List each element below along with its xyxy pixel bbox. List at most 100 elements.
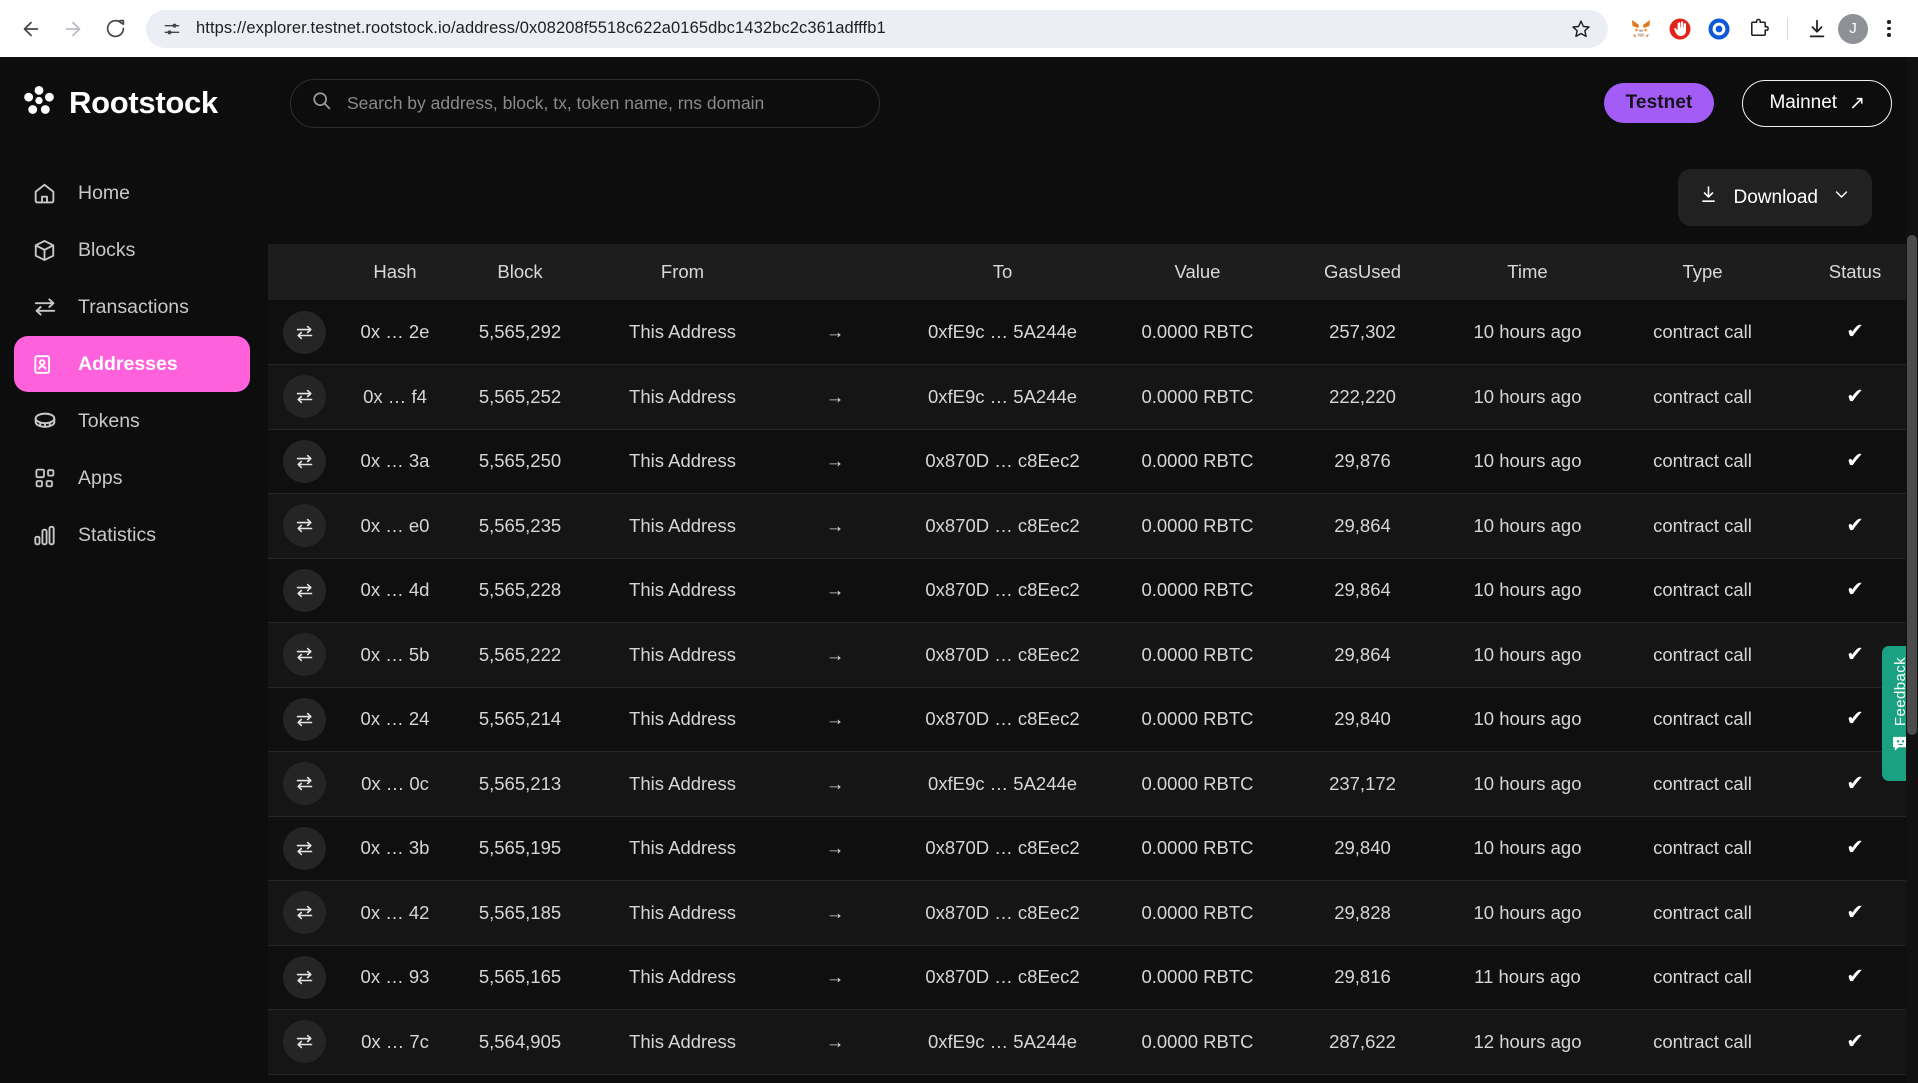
- tx-to-cell[interactable]: 0x870D … c8Eec2: [895, 558, 1110, 623]
- col-status[interactable]: Status: [1790, 244, 1918, 300]
- search-input[interactable]: [347, 92, 859, 114]
- address-bar[interactable]: https://explorer.testnet.rootstock.io/ad…: [146, 9, 1608, 48]
- tx-value-cell[interactable]: 0.0000 RBTC: [1110, 1009, 1285, 1075]
- table-row[interactable]: 0x … 0c 5,565,213 This Address → 0xfE9c … 5A…: [268, 751, 1918, 817]
- table-row[interactable]: 0x … 3a 5,565,250 This Address → 0x870D … c8…: [268, 429, 1918, 494]
- table-row[interactable]: 0x … e0 5,565,235 This Address → 0x870D … c8…: [268, 493, 1918, 559]
- col-from[interactable]: From: [590, 244, 775, 300]
- tx-hash-cell[interactable]: 0x … e0: [340, 493, 450, 559]
- tx-from-cell[interactable]: This Address: [590, 493, 775, 559]
- rootstock-brand[interactable]: Rootstock: [22, 84, 290, 123]
- tx-to-cell[interactable]: 0x870D … c8Eec2: [895, 880, 1110, 946]
- tx-value-cell[interactable]: 0.0000 RBTC: [1110, 880, 1285, 946]
- col-gasused[interactable]: GasUsed: [1285, 244, 1440, 300]
- tx-hash-cell[interactable]: 0x … 42: [340, 880, 450, 946]
- tx-gasused-cell[interactable]: 29,828: [1285, 880, 1440, 946]
- tx-from-cell[interactable]: This Address: [590, 558, 775, 623]
- tx-from-cell[interactable]: This Address: [590, 880, 775, 946]
- tx-block-cell[interactable]: 5,565,228: [450, 558, 590, 623]
- tx-gasused-cell[interactable]: 29,816: [1285, 945, 1440, 1010]
- tx-to-cell[interactable]: 0xfE9c … 5A244e: [895, 1009, 1110, 1075]
- tx-block-cell[interactable]: 5,565,250: [450, 429, 590, 494]
- col-time[interactable]: Time: [1440, 244, 1615, 300]
- tx-from-cell[interactable]: This Address: [590, 751, 775, 817]
- tx-from-cell[interactable]: This Address: [590, 300, 775, 365]
- tx-time-cell[interactable]: 10 hours ago: [1440, 622, 1615, 688]
- tx-value-cell[interactable]: 0.0000 RBTC: [1110, 429, 1285, 494]
- sidebar-item-statistics[interactable]: Statistics: [14, 507, 250, 563]
- table-row[interactable]: 0x … 24 5,565,214 This Address → 0x870D … c8…: [268, 687, 1918, 752]
- sidebar-item-addresses[interactable]: Addresses: [14, 336, 250, 392]
- tx-from-cell[interactable]: This Address: [590, 945, 775, 1010]
- tx-hash-cell[interactable]: 0x … 7c: [340, 1009, 450, 1075]
- tx-to-cell[interactable]: 0xfE9c … 5A244e: [895, 751, 1110, 817]
- tx-block-cell[interactable]: 5,565,185: [450, 880, 590, 946]
- chrome-menu-icon[interactable]: [1872, 12, 1906, 46]
- tx-from-cell[interactable]: This Address: [590, 816, 775, 881]
- col-to[interactable]: To: [895, 244, 1110, 300]
- tx-from-cell[interactable]: This Address: [590, 429, 775, 494]
- tx-from-cell[interactable]: This Address: [590, 364, 775, 430]
- tx-hash-cell[interactable]: 0x … 5b: [340, 622, 450, 688]
- metamask-extension-icon[interactable]: [1624, 12, 1658, 46]
- table-row[interactable]: 0x … 42 5,565,185 This Address → 0x870D … c8…: [268, 880, 1918, 946]
- tx-gasused-cell[interactable]: 29,840: [1285, 687, 1440, 752]
- site-settings-icon[interactable]: [162, 19, 182, 39]
- tx-hash-cell[interactable]: 0x … 24: [340, 687, 450, 752]
- tx-time-cell[interactable]: 10 hours ago: [1440, 751, 1615, 817]
- tx-time-cell[interactable]: 10 hours ago: [1440, 880, 1615, 946]
- tx-gasused-cell[interactable]: 29,864: [1285, 493, 1440, 559]
- tx-to-cell[interactable]: 0x870D … c8Eec2: [895, 493, 1110, 559]
- tx-hash-cell[interactable]: 0x … 93: [340, 945, 450, 1010]
- tx-to-cell[interactable]: 0xfE9c … 5A244e: [895, 300, 1110, 365]
- sidebar-item-blocks[interactable]: Blocks: [14, 222, 250, 278]
- tx-type-cell[interactable]: contract call: [1615, 880, 1790, 946]
- col-value[interactable]: Value: [1110, 244, 1285, 300]
- tx-block-cell[interactable]: 5,565,292: [450, 300, 590, 365]
- tx-gasused-cell[interactable]: 29,864: [1285, 558, 1440, 623]
- tx-value-cell[interactable]: 0.0000 RBTC: [1110, 816, 1285, 881]
- tx-value-cell[interactable]: 0.0000 RBTC: [1110, 300, 1285, 365]
- tx-time-cell[interactable]: 10 hours ago: [1440, 300, 1615, 365]
- tx-block-cell[interactable]: 5,565,165: [450, 945, 590, 1010]
- profile-avatar[interactable]: J: [1838, 13, 1868, 44]
- tx-from-cell[interactable]: This Address: [590, 622, 775, 688]
- network-testnet-badge[interactable]: Testnet: [1603, 83, 1715, 123]
- tx-type-cell[interactable]: contract call: [1615, 364, 1790, 430]
- tx-type-cell[interactable]: contract call: [1615, 493, 1790, 559]
- bookmark-star-icon[interactable]: [1568, 16, 1594, 42]
- tx-from-cell[interactable]: This Address: [590, 1009, 775, 1075]
- tx-value-cell[interactable]: 0.0000 RBTC: [1110, 493, 1285, 559]
- tx-gasused-cell[interactable]: 237,172: [1285, 751, 1440, 817]
- tx-block-cell[interactable]: 5,565,222: [450, 622, 590, 688]
- tx-hash-cell[interactable]: 0x … f4: [340, 364, 450, 430]
- col-type[interactable]: Type: [1615, 244, 1790, 300]
- tx-gasused-cell[interactable]: 29,840: [1285, 816, 1440, 881]
- tx-time-cell[interactable]: 10 hours ago: [1440, 364, 1615, 430]
- page-scrollbar-track[interactable]: [1906, 57, 1918, 1083]
- tx-type-cell[interactable]: contract call: [1615, 687, 1790, 752]
- tx-to-cell[interactable]: 0x870D … c8Eec2: [895, 816, 1110, 881]
- tx-gasused-cell[interactable]: 29,876: [1285, 429, 1440, 494]
- tx-type-cell[interactable]: contract call: [1615, 816, 1790, 881]
- tx-time-cell[interactable]: 10 hours ago: [1440, 558, 1615, 623]
- tx-time-cell[interactable]: 10 hours ago: [1440, 429, 1615, 494]
- tx-gasused-cell[interactable]: 29,864: [1285, 622, 1440, 688]
- table-row[interactable]: 0x … 93 5,565,165 This Address → 0x870D … c8…: [268, 945, 1918, 1010]
- tx-type-cell[interactable]: contract call: [1615, 300, 1790, 365]
- sidebar-item-transactions[interactable]: Transactions: [14, 279, 250, 335]
- tx-type-cell[interactable]: contract call: [1615, 558, 1790, 623]
- tx-to-cell[interactable]: 0x870D … c8Eec2: [895, 429, 1110, 494]
- tx-hash-cell[interactable]: 0x … 3a: [340, 429, 450, 494]
- download-button[interactable]: Download: [1677, 169, 1872, 226]
- tx-block-cell[interactable]: 5,564,905: [450, 1009, 590, 1075]
- tx-value-cell[interactable]: 0.0000 RBTC: [1110, 751, 1285, 817]
- tx-to-cell[interactable]: 0xfE9c … 5A244e: [895, 364, 1110, 430]
- table-row[interactable]: 0x … 4d 5,565,228 This Address → 0x870D … c8…: [268, 558, 1918, 623]
- tx-block-cell[interactable]: 5,565,213: [450, 751, 590, 817]
- tx-type-cell[interactable]: contract call: [1615, 945, 1790, 1010]
- tx-from-cell[interactable]: This Address: [590, 687, 775, 752]
- tx-time-cell[interactable]: 10 hours ago: [1440, 493, 1615, 559]
- tx-block-cell[interactable]: 5,565,252: [450, 364, 590, 430]
- back-button[interactable]: [12, 10, 50, 48]
